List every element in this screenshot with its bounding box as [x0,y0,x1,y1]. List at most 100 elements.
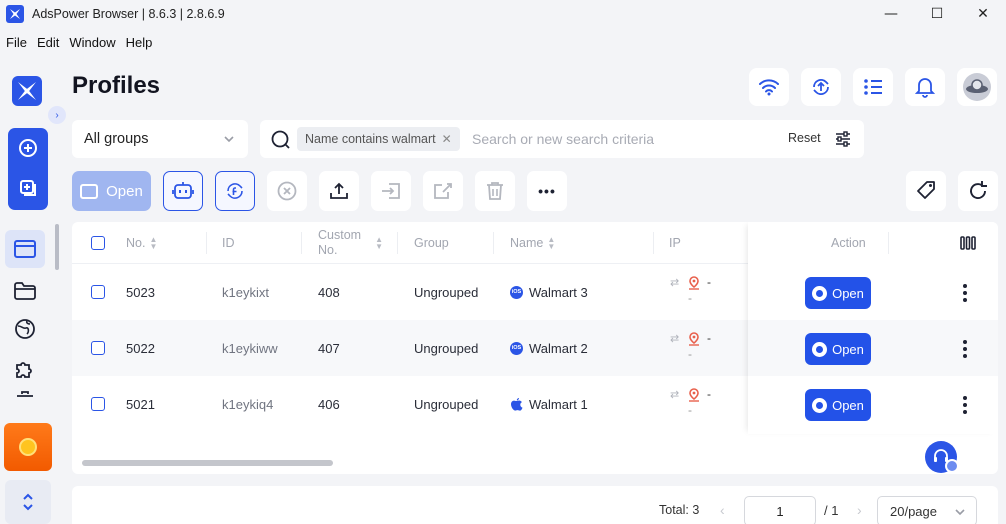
brand-logo-icon[interactable] [12,76,42,106]
search-icon [271,130,290,149]
filter-chip-label: Name contains walmart [305,132,436,146]
row-more-icon[interactable] [957,393,973,417]
horizontal-scrollbar[interactable] [82,460,333,466]
row-open-button[interactable]: Open [805,277,871,309]
ip-location: - [688,291,692,305]
column-ip-label: IP [669,236,681,250]
menu-help[interactable]: Help [122,35,157,50]
cell-no: 5022 [126,340,155,356]
sidebar-item-groups[interactable] [5,272,45,310]
row-more-icon[interactable] [957,337,973,361]
menu-window[interactable]: Window [65,35,119,50]
cell-ip: ⇄ - - [670,387,730,422]
more-dots-icon: ••• [538,183,556,199]
chevron-down-icon [955,509,965,516]
rpa-button[interactable] [163,171,203,211]
apple-icon [511,398,523,411]
row-checkbox[interactable] [91,285,105,299]
batch-import-button[interactable] [8,168,48,208]
column-divider [888,232,889,254]
previous-page-icon[interactable]: ‹ [720,502,725,518]
reset-button[interactable]: Reset [788,131,821,145]
column-ip: IP [669,222,681,264]
plus-circle-icon [19,139,37,157]
list-icon [864,79,882,95]
sidebar-item-extensions[interactable] [5,350,45,388]
task-list-button[interactable] [853,68,893,106]
open-selected-button[interactable]: Open [72,171,151,211]
page-title: Profiles [72,72,161,99]
column-group-label: Group [414,236,449,250]
delete-button[interactable] [475,171,515,211]
sidebar-item-more[interactable] [5,388,45,408]
page-size-select[interactable]: 20/page [877,496,977,524]
support-chat-button[interactable] [925,441,959,473]
sidebar-scrollbar[interactable] [55,224,59,270]
cell-no: 5021 [126,396,155,412]
swap-icon: ⇄ [670,333,680,345]
cell-name: iOS Walmart 2 [510,320,588,376]
cell-name: Walmart 1 [510,376,588,432]
maximize-button[interactable]: ☐ [914,0,960,28]
title-bar: AdsPower Browser | 8.6.3 | 2.8.6.9 — ☐ ✕ [0,0,1006,28]
column-custom-no[interactable]: Custom No. ▲ ▼ [318,222,383,264]
network-button[interactable] [749,68,789,106]
column-divider [397,232,398,254]
more-actions-button[interactable]: ••• [527,171,567,211]
new-profile-button[interactable] [8,128,48,168]
column-divider [301,232,302,254]
row-open-button[interactable]: Open [805,389,871,421]
close-browser-button[interactable] [267,171,307,211]
chrome-icon [812,341,828,357]
ios-icon: iOS [510,341,523,355]
pagination-bar: Total: 3 ‹ / 1 › 20/page [72,486,998,524]
select-all-checkbox[interactable] [91,236,105,250]
account-avatar[interactable] [957,68,997,106]
chrome-icon [812,397,828,413]
expand-sidebar-chevron-icon[interactable]: › [48,106,66,124]
export-button[interactable] [319,171,359,211]
move-to-group-button[interactable] [371,171,411,211]
notifications-button[interactable] [905,68,945,106]
group-select[interactable]: All groups [72,120,248,158]
column-no[interactable]: No. ▲ ▼ [126,222,157,264]
row-open-button[interactable]: Open [805,333,871,365]
refresh-button[interactable] [958,171,998,211]
close-button[interactable]: ✕ [960,0,1006,28]
sync-cookies-button[interactable] [215,171,255,211]
next-page-icon[interactable]: › [857,502,862,518]
column-divider [493,232,494,254]
rewards-promo-button[interactable] [4,423,52,471]
ip-location: - [688,347,692,361]
folder-icon [14,282,36,300]
menu-edit[interactable]: Edit [33,35,63,50]
cell-custom-no: 407 [318,340,340,356]
page-number-input[interactable] [744,496,816,524]
menu-bar: File Edit Window Help [0,30,156,54]
cell-name: iOS Walmart 3 [510,264,588,320]
remove-filter-icon[interactable]: ✕ [442,132,452,146]
tag-button[interactable] [906,171,946,211]
column-action: Action [831,222,866,264]
refresh-icon [970,181,987,199]
column-name[interactable]: Name ▲ ▼ [510,222,555,264]
share-button[interactable] [423,171,463,211]
share-icon [434,183,452,199]
cell-id: k1eykiww [222,340,278,356]
search-input[interactable] [472,127,772,151]
column-id: ID [222,222,235,264]
sync-button[interactable] [801,68,841,106]
chevron-down-icon [224,136,234,143]
filter-chip-name[interactable]: Name contains walmart ✕ [297,127,460,151]
row-checkbox[interactable] [91,341,105,355]
row-more-icon[interactable] [957,281,973,305]
row-checkbox[interactable] [91,397,105,411]
menu-file[interactable]: File [2,35,31,50]
location-pin-icon [689,276,699,290]
sidebar-collapse-button[interactable] [5,480,51,524]
minimize-button[interactable]: — [868,0,914,28]
cell-id: k1eykiq4 [222,396,274,412]
sidebar-item-proxies[interactable] [5,310,45,348]
sidebar-item-profiles[interactable] [5,230,45,268]
left-sidebar: › [0,60,66,524]
